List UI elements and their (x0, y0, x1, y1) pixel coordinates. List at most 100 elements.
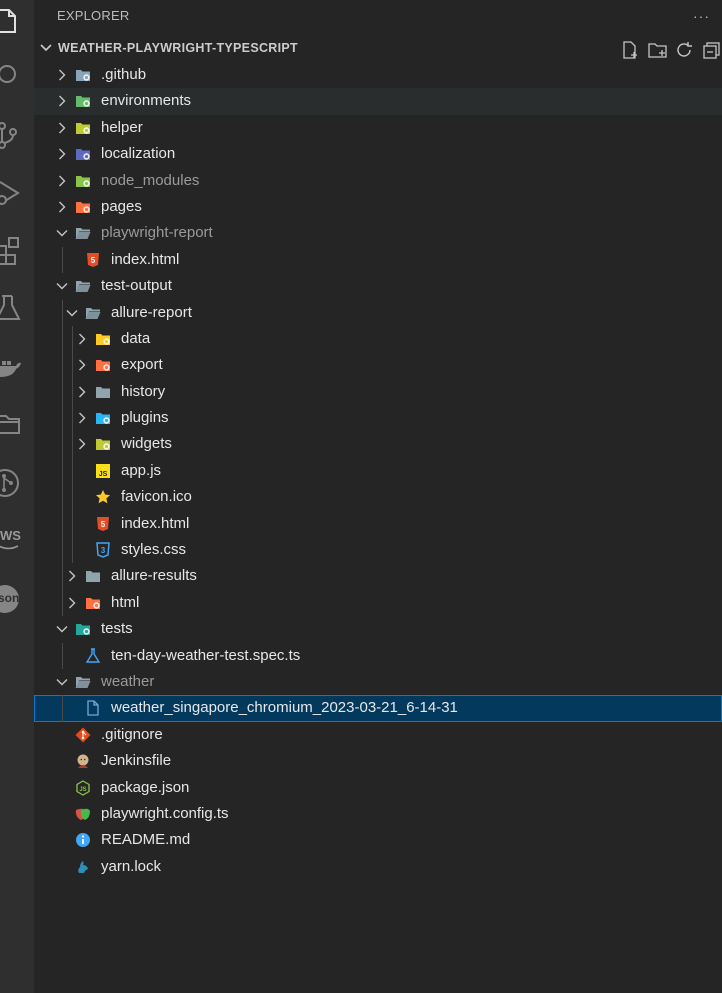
indent-guide (72, 405, 73, 432)
explorer-icon[interactable] (0, 4, 34, 38)
indent-guide (62, 537, 63, 564)
json-icon[interactable]: son (0, 582, 34, 616)
folder-icon[interactable] (0, 406, 34, 440)
indent-guide (62, 378, 63, 406)
tree-folder[interactable]: pages (34, 194, 722, 220)
tree-item-label: localization (101, 145, 176, 163)
plugin-folder-icon (95, 410, 111, 426)
chevron-down-icon[interactable] (56, 623, 68, 635)
html-file-icon: 5 (95, 516, 111, 532)
open-folder-icon (75, 225, 91, 241)
new-folder-icon[interactable] (648, 39, 668, 58)
svg-text:JS: JS (99, 471, 108, 478)
tree-file[interactable]: weather_singapore_chromium_2023-03-21_6-… (34, 695, 722, 722)
tree-folder[interactable]: html (34, 589, 722, 617)
star-icon (95, 489, 111, 505)
tree-item-label: node_modules (101, 171, 200, 189)
chevron-right-icon[interactable] (76, 412, 88, 424)
tree-file[interactable]: Jenkinsfile (34, 748, 722, 774)
testing-icon[interactable] (0, 292, 34, 326)
run-debug-icon[interactable] (0, 176, 34, 210)
tree-folder[interactable]: helper (34, 115, 722, 141)
aws-icon[interactable]: WS (0, 522, 34, 556)
chevron-right-icon[interactable] (66, 570, 78, 582)
chevron-right-icon[interactable] (56, 148, 68, 160)
open-folder-icon (75, 278, 91, 294)
explorer-header: EXPLORER ··· (34, 0, 722, 32)
git-graph-icon[interactable] (0, 465, 34, 499)
chevron-right-icon[interactable] (76, 438, 88, 450)
refresh-icon[interactable] (675, 39, 695, 57)
tree-folder[interactable]: plugins (34, 405, 722, 432)
tree-file[interactable]: .gitignore (34, 722, 722, 748)
tree-folder[interactable]: allure-results (34, 563, 722, 590)
chevron-down-icon[interactable] (56, 227, 68, 239)
info-icon (75, 832, 91, 848)
tree-file[interactable]: yarn.lock (34, 854, 722, 880)
source-control-icon[interactable] (0, 118, 34, 152)
tree-folder[interactable]: widgets (34, 431, 722, 458)
collapse-all-icon[interactable] (702, 39, 722, 59)
chevron-right-icon[interactable] (76, 386, 88, 398)
chevron-right-icon[interactable] (56, 201, 68, 213)
more-actions-icon[interactable]: ··· (693, 0, 710, 32)
tree-file[interactable]: README.md (34, 827, 722, 853)
tree-item-label: environments (101, 92, 192, 110)
tree-folder[interactable]: test-output (34, 273, 722, 299)
tree-item-label: weather (101, 672, 155, 690)
tree-folder[interactable]: export (34, 352, 722, 379)
tree-folder[interactable]: localization (34, 141, 722, 167)
new-file-icon[interactable] (621, 39, 641, 59)
tree-file[interactable]: playwright.config.ts (34, 801, 722, 827)
tree-item-label: export (121, 356, 163, 374)
tree-folder[interactable]: environments (34, 88, 722, 115)
tree-file[interactable]: 5 index.html (34, 510, 722, 538)
chevron-right-icon[interactable] (56, 95, 68, 107)
widgets-folder-icon (95, 436, 111, 452)
tree-item-label: tests (101, 620, 133, 638)
tree-item-label: test-output (101, 277, 172, 295)
tree-file[interactable]: 5 index.html (34, 246, 722, 274)
tree-folder[interactable]: allure-report (34, 299, 722, 326)
workspace-section-header[interactable]: WEATHER-PLAYWRIGHT-TYPESCRIPT (34, 32, 722, 64)
svg-text:5: 5 (101, 520, 106, 529)
chevron-right-icon[interactable] (76, 333, 88, 345)
chevron-right-icon[interactable] (56, 69, 68, 81)
indent-guide (72, 378, 73, 406)
indent-guide (72, 510, 73, 538)
tree-file[interactable]: favicon.ico (34, 484, 722, 511)
tree-file[interactable]: ten-day-weather-test.spec.ts (34, 642, 722, 669)
chevron-down-icon[interactable] (56, 280, 68, 292)
tree-file[interactable]: JS app.js (34, 457, 722, 485)
open-folder-icon (75, 674, 91, 690)
file-tree: .github environments helper localization nod… (34, 62, 722, 880)
search-icon[interactable] (0, 58, 34, 92)
chevron-right-icon[interactable] (56, 122, 68, 134)
tree-folder[interactable]: history (34, 378, 722, 406)
indent-guide (62, 246, 63, 274)
tree-folder[interactable]: weather (34, 669, 722, 695)
tree-folder[interactable]: node_modules (34, 168, 722, 194)
extensions-icon[interactable] (0, 234, 34, 268)
tree-folder[interactable]: .github (34, 62, 722, 88)
tree-item-label: widgets (121, 435, 172, 453)
tree-file[interactable]: JS package.json (34, 775, 722, 801)
tree-item-label: favicon.ico (121, 488, 192, 506)
tree-item-label: weather_singapore_chromium_2023-03-21_6-… (111, 699, 458, 717)
tree-file[interactable]: 3 styles.css (34, 537, 722, 564)
chevron-right-icon[interactable] (56, 175, 68, 187)
chevron-down-icon[interactable] (56, 676, 68, 688)
tree-folder[interactable]: playwright-report (34, 220, 722, 246)
tree-folder[interactable]: tests (34, 616, 722, 642)
chevron-right-icon[interactable] (76, 359, 88, 371)
tree-folder[interactable]: data (34, 325, 722, 353)
chevron-right-icon[interactable] (66, 597, 78, 609)
chevron-down-icon[interactable] (66, 307, 78, 319)
tree-item-label: app.js (121, 461, 162, 479)
activity-bar: WS son (0, 0, 35, 993)
docker-icon[interactable] (0, 352, 34, 386)
html-folder-icon (85, 595, 101, 611)
file-icon (85, 700, 101, 717)
indent-guide (62, 484, 63, 511)
indent-guide (62, 589, 63, 617)
